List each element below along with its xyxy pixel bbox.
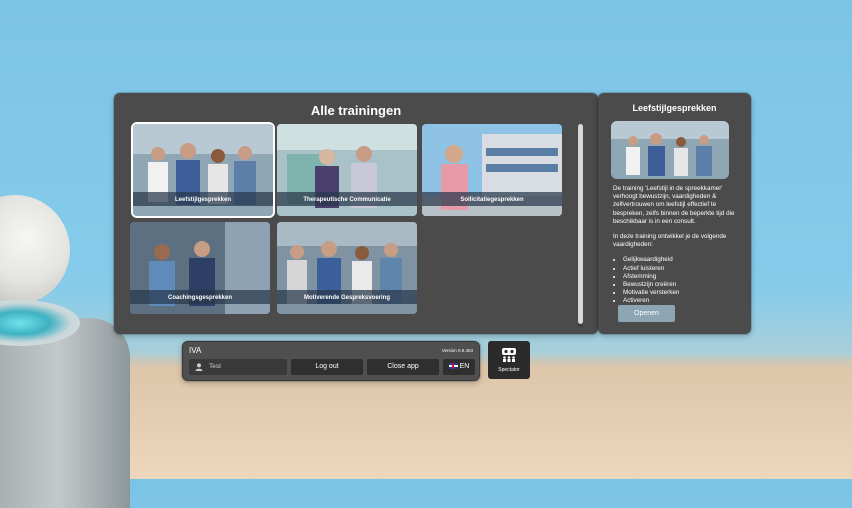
detail-thumbnail xyxy=(611,121,729,179)
training-card-motiverende[interactable]: Motiverende Gespreksvoering xyxy=(277,222,417,314)
list-item: Afstemming xyxy=(623,273,738,281)
card-label: Leefstijlgesprekken xyxy=(174,197,232,203)
user-name: Test xyxy=(209,363,221,370)
spectator-label: Spectator xyxy=(498,367,520,373)
detail-thumbnail-art xyxy=(611,121,729,179)
logout-button[interactable]: Log out xyxy=(291,359,363,375)
list-item: Bewustzijn creëren xyxy=(623,281,738,289)
uk-flag-icon xyxy=(448,363,458,370)
trainings-panel: Alle trainingen Leefstijlgesprekken Ther… xyxy=(114,93,598,334)
training-detail-panel: Leefstijlgesprekken De training 'Leefsti… xyxy=(598,93,751,334)
skills-list: Gelijkwaardigheid Actief luisteren Afste… xyxy=(613,256,738,305)
spectator-button[interactable]: Spectator xyxy=(488,341,530,379)
detail-title: Leefstijlgesprekken xyxy=(632,103,717,113)
detail-description: De training 'Leefstijl in de spreekkamer… xyxy=(613,185,738,306)
spectator-icon xyxy=(502,348,516,362)
training-card-coaching[interactable]: Coachingsgesprekken xyxy=(130,222,270,314)
training-card-sollicitatie[interactable]: Sollicitatiegesprekken xyxy=(422,124,562,216)
open-button[interactable]: Openen xyxy=(618,305,675,322)
panel-title: Alle trainingen xyxy=(310,103,402,118)
version-label: Version 0.9.453 xyxy=(441,348,473,353)
trainings-grid: Leefstijlgesprekken Therapeutische Commu… xyxy=(130,124,570,319)
language-label: EN xyxy=(459,363,470,370)
app-name: IVA xyxy=(189,346,202,355)
app-bar: IVA Version 0.9.453 Test Log out Close a… xyxy=(182,341,480,381)
list-item: Motivatie versterken xyxy=(623,289,738,297)
description-text: De training 'Leefstijl in de spreekkamer… xyxy=(613,185,735,225)
list-item: Gelijkwaardigheid xyxy=(623,256,738,264)
card-label: Motiverende Gespreksvoering xyxy=(303,295,391,301)
skills-intro: In deze training ontwikkel je de volgend… xyxy=(613,233,727,249)
user-field: Test xyxy=(189,359,287,375)
training-card-leefstijl[interactable]: Leefstijlgesprekken xyxy=(133,124,273,216)
close-app-button[interactable]: Close app xyxy=(367,359,439,375)
language-button[interactable]: EN xyxy=(443,359,475,375)
card-label: Sollicitatiegesprekken xyxy=(460,197,524,203)
card-label: Coachingsgesprekken xyxy=(167,295,233,301)
card-label: Therapeutische Communicatie xyxy=(303,197,391,203)
pedestal xyxy=(0,318,130,508)
scroll-thumb[interactable] xyxy=(578,124,583,324)
scrollbar[interactable] xyxy=(578,124,583,327)
sphere-object xyxy=(0,195,70,305)
list-item: Actief luisteren xyxy=(623,265,738,273)
user-icon xyxy=(195,363,203,371)
training-card-therapeutische[interactable]: Therapeutische Communicatie xyxy=(277,124,417,216)
